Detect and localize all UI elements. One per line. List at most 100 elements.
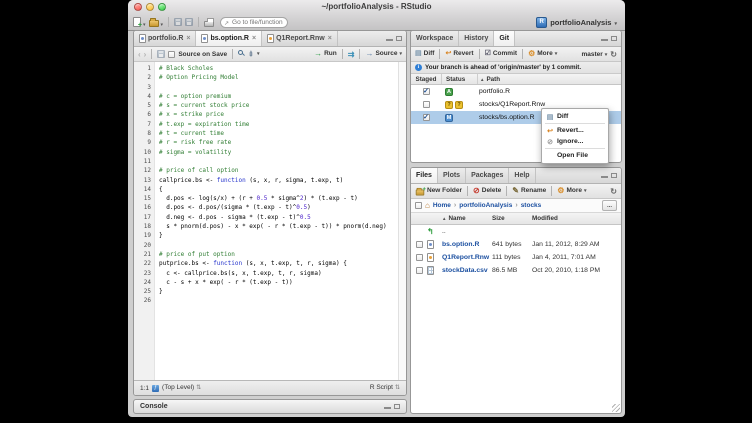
files-toolbar: New Folder Delete Rename More [411,184,621,199]
menu-item-ignore[interactable]: Ignore... [542,136,608,147]
code-text [154,157,159,166]
git-file-row[interactable]: Aportfolio.R [411,85,621,98]
menu-item-label: Diff [557,113,568,120]
files-more-button[interactable]: More [557,187,586,196]
path-breadcrumb: Home portfolioAnalysis stocks [411,199,621,213]
maximize-pane-icon[interactable] [611,173,617,178]
scope-selector[interactable]: (Top Level) [162,385,201,392]
maximize-pane-icon[interactable] [611,36,617,41]
menu-item-revert[interactable]: Revert... [542,125,608,136]
resize-grip[interactable] [612,404,620,412]
tab-help[interactable]: Help [509,168,535,183]
staged-column-header[interactable]: Staged [411,74,442,84]
delete-button[interactable]: Delete [473,187,501,196]
file-name-link[interactable]: bs.option.R [442,241,492,248]
code-text: # s = current stock price [154,101,249,110]
file-row[interactable]: Q1Report.Rnw111 bytesJan 4, 2011, 7:01 A… [411,251,621,264]
file-row[interactable]: stockData.csv86.5 MBOct 20, 2010, 1:18 P… [411,264,621,277]
source-button[interactable]: Source [365,50,402,59]
minimize-pane-icon[interactable] [601,176,608,178]
file-checkbox[interactable] [416,241,423,248]
diff-icon [415,50,422,58]
git-file-path: portfolio.R [477,88,621,95]
breadcrumb-home[interactable]: Home [433,202,451,209]
branch-selector[interactable]: master [581,51,607,58]
print-button[interactable] [204,21,214,27]
project-icon [536,17,547,28]
breadcrumb-folder[interactable]: stocks [521,202,542,209]
menu-item-open-file[interactable]: Open File [542,150,608,161]
code-editor[interactable]: 1# Black Scholes2# Option Pricing Model3… [134,62,406,385]
select-all-checkbox[interactable] [415,202,422,209]
git-table-header: Staged Status Path [411,74,621,85]
breadcrumb-separator [454,202,456,209]
open-file-button[interactable] [149,14,164,30]
file-type-selector[interactable]: R Script [370,385,400,392]
maximize-pane-icon[interactable] [396,36,402,41]
minimize-pane-icon[interactable] [386,39,393,41]
rerun-icon[interactable] [348,50,355,59]
tab-history[interactable]: History [459,31,494,46]
file-row[interactable]: bs.option.R641 bytesJan 11, 2012, 8:29 A… [411,238,621,251]
refresh-icon[interactable] [610,187,617,196]
scope-icon [152,385,159,392]
tab-portfolio-r[interactable]: portfolio.R× [134,31,196,46]
path-more-button[interactable] [602,200,617,211]
editor-scrollbar[interactable] [398,62,406,385]
menu-item-diff[interactable]: Diff [542,111,608,122]
tab-bs-option-r[interactable]: bs.option.R× [196,31,262,46]
tab-plots[interactable]: Plots [438,168,466,183]
close-tab-icon[interactable]: × [186,35,190,42]
goto-file-input[interactable] [220,17,288,28]
diff-button[interactable]: Diff [415,50,434,58]
source-label: Source [375,51,397,58]
tab-files[interactable]: Files [411,168,438,183]
tab-q1report-rnw[interactable]: Q1Report.Rnw× [262,31,338,46]
commit-button[interactable]: Commit [485,50,517,58]
project-menu-button[interactable]: portfolioAnalysis [536,17,620,28]
minimize-pane-icon[interactable] [601,39,608,41]
save-source-button[interactable] [157,50,165,58]
file-checkbox[interactable] [416,267,423,274]
csv-file-icon [427,266,434,275]
minimize-pane-icon[interactable] [384,407,391,409]
file-name-link[interactable]: stockData.csv [442,267,492,274]
refresh-icon[interactable] [610,50,617,59]
file-size: 86.5 MB [492,267,532,274]
breadcrumb-project[interactable]: portfolioAnalysis [459,202,512,209]
status-column-header[interactable]: Status [442,74,478,84]
run-button[interactable]: Run [314,50,337,59]
source-on-save-checkbox[interactable] [168,51,175,58]
tab-workspace[interactable]: Workspace [411,31,459,46]
close-tab-icon[interactable]: × [328,35,332,42]
maximize-pane-icon[interactable] [394,404,400,409]
path-column-header[interactable]: Path [478,76,621,83]
size-column-header[interactable]: Size [492,215,532,222]
save-all-button[interactable] [185,18,193,26]
file-checkbox[interactable] [416,254,423,261]
name-column-header[interactable]: Name [442,215,492,222]
staged-checkbox[interactable] [423,114,430,121]
new-folder-button[interactable]: New Folder [415,187,462,196]
file-row[interactable]: ↰.. [411,225,621,238]
back-icon[interactable]: ‹ [138,50,141,59]
staged-checkbox[interactable] [423,88,430,95]
git-more-button[interactable]: More [528,50,557,59]
tab-git[interactable]: Git [494,31,515,46]
close-tab-icon[interactable]: × [252,35,256,42]
forward-icon[interactable]: › [144,50,147,59]
revert-button[interactable]: Revert [445,50,473,58]
console-pane[interactable]: Console [133,399,407,414]
file-name-link[interactable]: Q1Report.Rnw [442,254,492,261]
titlebar[interactable]: ~/portfolioAnalysis - RStudio [128,0,625,14]
rename-button[interactable]: Rename [512,187,546,196]
staged-checkbox[interactable] [423,101,430,108]
source-on-save-label: Source on Save [178,51,227,58]
code-tools-button[interactable] [249,51,259,58]
toolbar-separator [439,49,440,59]
new-file-button[interactable] [133,14,146,30]
tab-packages[interactable]: Packages [466,168,509,183]
modified-column-header[interactable]: Modified [532,215,621,222]
search-icon[interactable] [238,50,246,58]
save-button[interactable] [174,18,182,26]
